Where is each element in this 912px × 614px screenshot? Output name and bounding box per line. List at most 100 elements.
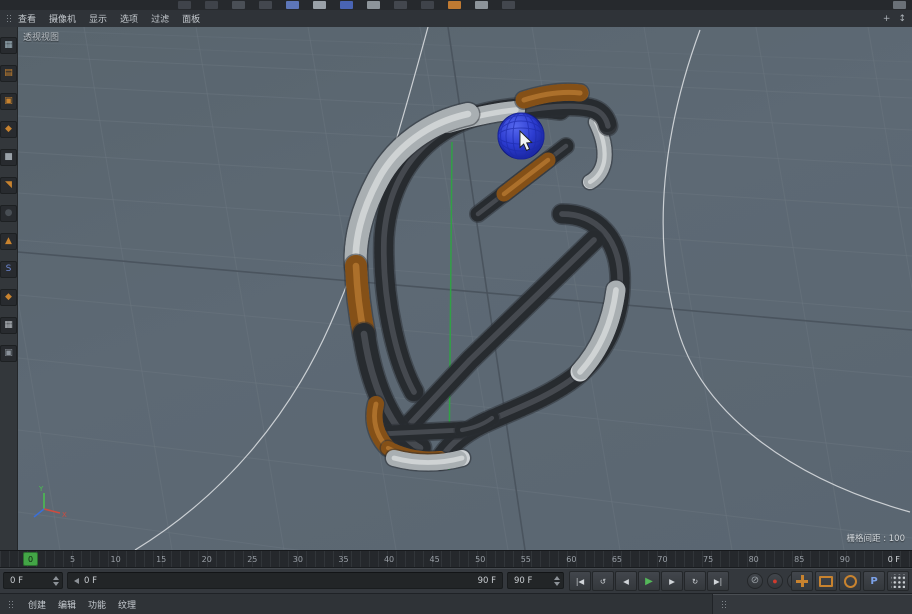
toolbar-icon[interactable] xyxy=(367,1,380,9)
ruler-tick-label: 70 xyxy=(657,555,668,564)
toolbar-icon[interactable] xyxy=(893,1,906,9)
toolbar-icon[interactable] xyxy=(178,1,191,9)
key-filter-buttons: P xyxy=(791,571,909,591)
goto-end-button[interactable]: ▶| xyxy=(707,571,729,591)
dot-grid-button[interactable] xyxy=(887,571,909,591)
slider-range-end: 90 F xyxy=(477,575,496,586)
menu-item[interactable]: 面板 xyxy=(182,12,200,25)
bottom-right-panel xyxy=(712,594,912,614)
toolbar-icon[interactable] xyxy=(502,1,515,9)
plane-handle-button[interactable] xyxy=(815,571,837,591)
ruler-tick-label: 45 xyxy=(429,555,440,564)
ruler-tick-label: 80 xyxy=(748,555,759,564)
next-key-button[interactable]: ↻ xyxy=(684,571,706,591)
menu-item[interactable]: 选项 xyxy=(120,12,138,25)
quantize-icon[interactable]: ▦ xyxy=(0,317,17,334)
ruler-tick-label: 75 xyxy=(703,555,714,564)
timeline-slider[interactable]: 0 F 90 F xyxy=(67,572,503,589)
slider-current-frame: 0 F xyxy=(84,575,97,586)
toolbar-icon[interactable] xyxy=(313,1,326,9)
green-spline-segment[interactable] xyxy=(448,141,453,471)
play-button[interactable]: ▶ xyxy=(638,571,660,591)
points-mode-icon[interactable]: ■ xyxy=(0,149,17,166)
stepper-icon[interactable] xyxy=(554,575,560,586)
tube-diagonal-stub-orange[interactable] xyxy=(504,160,548,194)
toolbar-icon[interactable] xyxy=(421,1,434,9)
timeline-playhead[interactable]: 0 xyxy=(23,552,38,566)
viewport-title[interactable]: 透视视图 xyxy=(23,30,59,43)
tube-top-orange[interactable] xyxy=(524,92,580,100)
end-frame-field[interactable]: 90 F xyxy=(507,572,564,589)
menu-item[interactable]: 过滤 xyxy=(151,12,169,25)
rotate-handle-button[interactable] xyxy=(839,571,861,591)
ruler-tick-label: 35 xyxy=(338,555,349,564)
perspective-viewport[interactable]: Y X 透视视图 栅格间距 : 100 xyxy=(18,27,912,550)
ruler-tick-label: 10 xyxy=(110,555,121,564)
viewport-canvas[interactable]: Y X xyxy=(18,27,912,550)
toolbar-icon[interactable] xyxy=(475,1,488,9)
app-window: 查看 摄像机 显示 选项 过滤 面板 + ↕ ▦ ▤ ▣ ◆ ■ ◥ ● ▲ S… xyxy=(0,0,912,614)
previous-frame-button[interactable]: ◀ xyxy=(615,571,637,591)
workplane-lock-icon[interactable]: ▣ xyxy=(0,345,17,362)
panel-grip-icon[interactable] xyxy=(721,599,726,609)
translate-handle-button[interactable] xyxy=(791,571,813,591)
tube-bottom-white[interactable] xyxy=(394,458,462,463)
toolbar-icon[interactable] xyxy=(259,1,272,9)
stepper-icon[interactable] xyxy=(53,575,59,586)
bottom-menu-item[interactable]: 功能 xyxy=(88,598,106,611)
next-frame-button[interactable]: ▶ xyxy=(661,571,683,591)
projection-p-button[interactable]: P xyxy=(863,571,885,591)
bottom-menu-item[interactable]: 纹理 xyxy=(118,598,136,611)
menu-item[interactable]: 摄像机 xyxy=(49,12,76,25)
ruler-tick-label: 15 xyxy=(156,555,167,564)
mode-toolbar: ▦ ▤ ▣ ◆ ■ ◥ ● ▲ S ◆ ▦ ▣ xyxy=(0,27,18,550)
toolbar-icon[interactable] xyxy=(394,1,407,9)
ruler-tick-label: 5 xyxy=(70,555,76,564)
make-editable-icon[interactable]: ▦ xyxy=(0,37,17,54)
previous-key-button[interactable]: ↺ xyxy=(592,571,614,591)
toolbar-icon[interactable] xyxy=(286,1,299,9)
ruler-tick-label: 90 xyxy=(839,555,850,564)
toolbar-icon[interactable] xyxy=(448,1,461,9)
resize-panel-icon[interactable]: ↕ xyxy=(898,14,906,24)
panel-grip-icon[interactable] xyxy=(6,14,11,23)
scrub-arrow-icon[interactable] xyxy=(74,577,79,584)
record-disable-button[interactable]: ⊘ xyxy=(747,573,763,589)
start-frame-value: 0 F xyxy=(10,575,23,586)
dot-grid-icon xyxy=(891,574,905,588)
goto-start-button[interactable]: |◀ xyxy=(569,571,591,591)
snap-icon[interactable]: ◆ xyxy=(0,289,17,306)
ruler-tick-label: 65 xyxy=(611,555,623,564)
menu-item[interactable]: 查看 xyxy=(18,12,36,25)
workplane-mode-icon[interactable]: ◆ xyxy=(0,121,17,138)
plane-icon xyxy=(819,575,833,587)
toolbar-icon[interactable] xyxy=(340,1,353,9)
ruler-tick-label: 55 xyxy=(520,555,531,564)
bottom-menu-item[interactable]: 编辑 xyxy=(58,598,76,611)
viewport-solo-icon[interactable]: S xyxy=(0,261,17,278)
tube-bottom-dark[interactable] xyxy=(380,430,462,434)
viewport-menu-bar: 查看 摄像机 显示 选项 过滤 面板 + ↕ xyxy=(0,10,912,28)
start-frame-field[interactable]: 0 F xyxy=(3,572,63,589)
move-panel-icon[interactable]: + xyxy=(883,14,891,24)
bottom-menu-item[interactable]: 创建 xyxy=(28,598,46,611)
timeline-ruler[interactable]: 0 5 10 15 20 25 30 35 40 45 50 55 60 65 70 75 80 85 90 0 … xyxy=(0,550,912,568)
toolbar-icon[interactable] xyxy=(232,1,245,9)
axis-x-label: X xyxy=(62,511,67,519)
ruler-tick-label: 25 xyxy=(247,555,258,564)
ruler-tick-label: 30 xyxy=(292,555,303,564)
edges-mode-icon[interactable]: ◥ xyxy=(0,177,17,194)
polygons-mode-icon[interactable]: ● xyxy=(0,205,17,222)
tube-bottom-stub[interactable] xyxy=(462,418,492,430)
panel-grip-icon[interactable] xyxy=(8,599,13,609)
enable-axis-icon[interactable]: ▲ xyxy=(0,233,17,250)
current-frame-label: 0 F xyxy=(887,555,900,564)
toolbar-icon[interactable] xyxy=(205,1,218,9)
ruler-tick-label: 60 xyxy=(566,555,577,564)
record-keyframe-button[interactable]: ● xyxy=(767,573,783,589)
bottom-menu-bar: 创建 编辑 功能 纹理 xyxy=(0,593,912,614)
model-mode-icon[interactable]: ▤ xyxy=(0,65,17,82)
menu-item[interactable]: 显示 xyxy=(89,12,107,25)
texture-mode-icon[interactable]: ▣ xyxy=(0,93,17,110)
ruler-tick-label: 40 xyxy=(383,555,395,564)
